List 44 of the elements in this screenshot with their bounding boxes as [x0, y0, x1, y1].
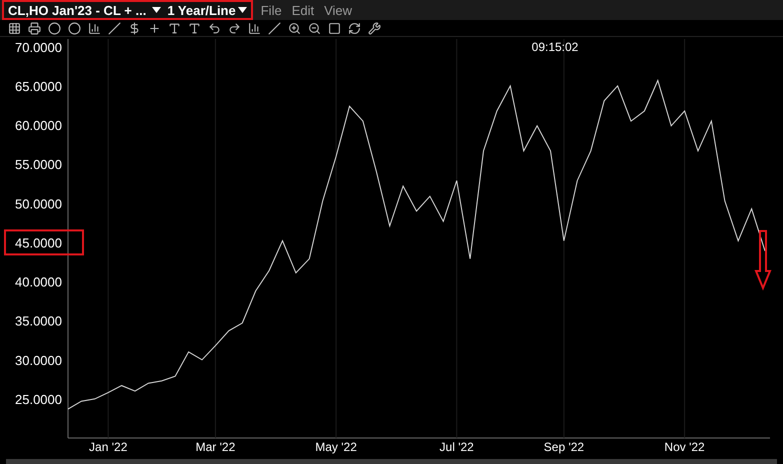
x-axis-label: Jul '22 [440, 440, 474, 454]
menu-item[interactable]: File [258, 2, 284, 18]
y-axis-label: 30.0000 [15, 352, 62, 368]
period-dropdown[interactable]: 1 Year/Line [167, 2, 247, 18]
zoom-in-icon[interactable] [288, 22, 301, 34]
redo-icon[interactable] [228, 22, 241, 34]
line-icon[interactable] [268, 22, 281, 34]
x-axis-label: Mar '22 [196, 440, 236, 454]
square-icon[interactable] [328, 22, 341, 34]
y-axis-label: 25.0000 [15, 392, 62, 407]
caret-icon [238, 7, 247, 13]
circle-icon[interactable] [48, 22, 61, 34]
y-axis-label: 65.0000 [15, 78, 62, 94]
y-axis-label: 45.0000 [15, 235, 62, 250]
wrench-icon[interactable] [368, 22, 381, 34]
undo-icon[interactable] [208, 22, 221, 34]
circle-icon[interactable] [68, 22, 81, 34]
refresh-icon[interactable] [348, 22, 361, 34]
menu-item[interactable]: Edit [290, 2, 316, 18]
x-axis-label: Sep '22 [544, 440, 584, 454]
crosshair-icon[interactable] [148, 22, 161, 34]
text-icon[interactable] [168, 22, 181, 34]
y-axis-label: 50.0000 [15, 196, 62, 212]
zoom-out-icon[interactable] [308, 22, 321, 34]
grid-icon[interactable] [8, 22, 21, 34]
x-axis-label: Jan '22 [89, 440, 128, 454]
text-icon[interactable] [188, 22, 201, 34]
bar-chart-icon[interactable] [88, 22, 101, 34]
caret-icon [152, 7, 162, 13]
line-icon[interactable] [108, 22, 121, 34]
x-axis-label: Nov '22 [664, 440, 705, 454]
y-axis-label: 60.0000 [15, 118, 62, 134]
menu-item[interactable]: View [322, 2, 354, 18]
y-axis-label: 40.0000 [15, 274, 62, 290]
dollar-icon[interactable] [128, 22, 141, 34]
y-axis-label: 55.0000 [15, 157, 62, 172]
bar-chart-icon[interactable] [248, 22, 261, 34]
y-axis-label: 70.0000 [15, 40, 62, 55]
symbol-title: CL,HO Jan'23 - CL + ... [8, 2, 146, 18]
printer-icon[interactable] [28, 22, 41, 34]
timestamp: 09:15:02 [532, 40, 578, 54]
x-axis-label: May '22 [315, 440, 357, 454]
down-arrow-icon [754, 230, 772, 291]
y-axis-label: 35.0000 [15, 314, 62, 329]
